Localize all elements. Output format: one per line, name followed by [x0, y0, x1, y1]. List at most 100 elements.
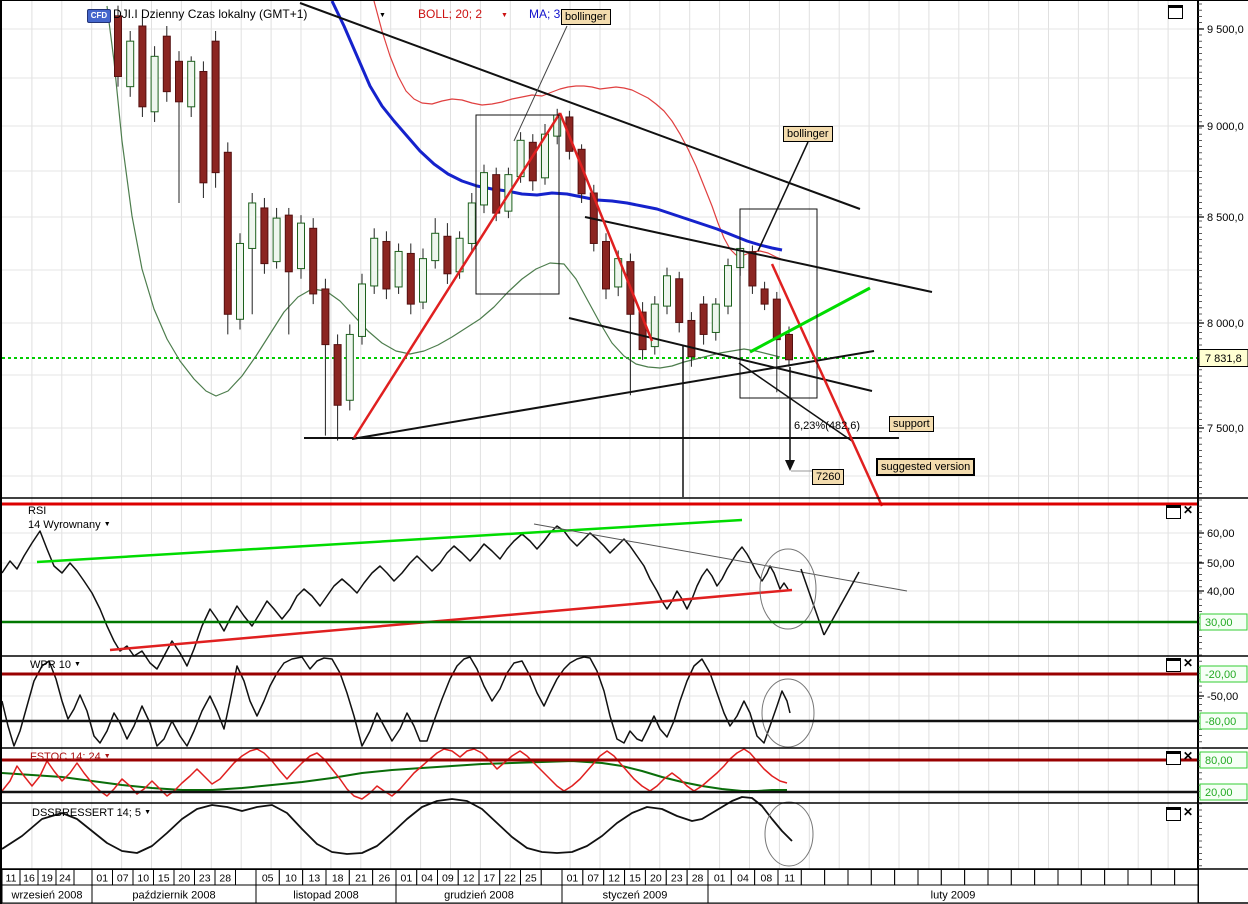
candle: [187, 60, 196, 108]
price-axis-label: 9 000,0: [1207, 121, 1244, 133]
day-label: 09: [442, 873, 454, 885]
candle: [260, 207, 269, 265]
current-price-label: 7 831,8: [1205, 353, 1242, 365]
candle: [480, 172, 488, 206]
day-label: 18: [332, 873, 344, 885]
month-label: styczeń 2009: [603, 890, 668, 902]
fibonacci-measure-label: 6,23%(482,6): [794, 420, 861, 432]
time-axis-day-cell: [1010, 869, 1036, 886]
time-axis-day-cell: [917, 869, 942, 886]
bollinger-annotation-2[interactable]: bollinger: [783, 126, 833, 142]
price-axis-label: 8 500,0: [1207, 212, 1244, 224]
time-axis-day-cell: [1150, 869, 1176, 886]
candle: [175, 60, 183, 103]
target-price-annotation[interactable]: 7260: [812, 469, 845, 485]
day-label: 15: [629, 873, 641, 885]
day-label: 28: [219, 873, 231, 885]
month-label: listopad 2008: [293, 890, 358, 902]
candle: [333, 344, 342, 406]
candle: [248, 202, 257, 249]
dss-close-icon[interactable]: ✕: [1183, 806, 1193, 818]
boll-chevron-down-icon[interactable]: ▼: [501, 12, 508, 19]
rsi-chevron-down-icon[interactable]: ▼: [104, 521, 111, 528]
price-axis-label: 8 000,0: [1207, 318, 1244, 330]
chevron-down-icon[interactable]: ▼: [379, 12, 386, 19]
rsi-close-icon[interactable]: ✕: [1183, 504, 1193, 516]
fstoc-boxed-level-label: 20,00: [1205, 787, 1233, 799]
day-label: 04: [737, 873, 749, 885]
time-axis-day-cell: [1080, 869, 1106, 886]
day-label: 21: [355, 873, 367, 885]
dss-chevron-down-icon[interactable]: ▼: [144, 809, 151, 816]
rsi-boxed-level-label: 30,00: [1205, 617, 1233, 629]
day-label: 05: [262, 873, 274, 885]
day-label: 25: [525, 873, 537, 885]
bollinger-annotation-1[interactable]: bollinger: [561, 9, 611, 25]
chart-title: DJI.I Dzienny Czas lokalny (GMT+1): [113, 7, 308, 21]
trading-chart-window: 9 500,0 9 000,0 8 500,0 8 000,0 7 500,0 7 831…: [0, 0, 1248, 904]
candle: [785, 333, 793, 361]
candle: [321, 288, 330, 346]
candle: [272, 217, 281, 263]
fstoc-chevron-down-icon[interactable]: ▼: [104, 753, 111, 760]
candle: [199, 70, 208, 184]
wpr-boxed-level-label: -80,00: [1205, 716, 1236, 728]
day-label: 23: [199, 873, 211, 885]
time-axis-day-cell: [987, 869, 1012, 886]
day-label: 20: [650, 873, 662, 885]
candle: [492, 174, 501, 214]
candle: [114, 15, 122, 77]
candle: [126, 40, 135, 88]
candle: [419, 258, 427, 303]
time-axis: 11 16 19 24 wrzesień 2008 01 07 10 15 20 23 28 paźdz…: [2, 869, 1199, 904]
candle: [772, 298, 781, 341]
boll-indicator-label[interactable]: BOLL; 20; 2: [418, 7, 482, 21]
candle: [236, 242, 244, 320]
price-scale: 9 500,0 9 000,0 8 500,0 8 000,0 7 500,0 7 831…: [1198, 3, 1248, 867]
overlays: [106, 1, 785, 397]
candle: [443, 235, 452, 275]
candle: [223, 151, 232, 315]
day-label: 12: [463, 873, 475, 885]
candle: [724, 265, 732, 307]
candle: [138, 25, 147, 108]
day-label: 13: [308, 873, 320, 885]
day-label: 11: [784, 873, 795, 885]
rsi-panel-name: RSI: [28, 505, 47, 517]
day-label: 11: [6, 873, 17, 885]
day-label: 01: [714, 873, 726, 885]
fstoc-close-icon[interactable]: ✕: [1183, 750, 1193, 762]
day-label: 24: [59, 873, 71, 885]
support-annotation[interactable]: support: [889, 416, 934, 432]
time-axis-day-cell: [1104, 869, 1129, 886]
dss-panel-header: DSSBRESSERT 14; 5 ▼: [32, 806, 151, 820]
rsi-panel-header: RSI 14 Wyrownany ▼: [28, 505, 111, 532]
candle: [370, 237, 379, 287]
candle: [297, 222, 305, 270]
time-axis-day-cell: [235, 869, 257, 886]
rsi-maximize-button[interactable]: [1166, 505, 1181, 519]
time-axis-day-cell: [847, 869, 872, 886]
fstoc-maximize-button[interactable]: [1166, 751, 1181, 765]
wpr-panel-header: WPR 10 ▼: [30, 658, 81, 672]
dss-maximize-button[interactable]: [1166, 807, 1181, 821]
candle: [760, 288, 769, 305]
candle: [699, 303, 708, 335]
day-label: 01: [567, 873, 579, 885]
wpr-boxed-level-label: -20,00: [1205, 669, 1236, 681]
day-label: 26: [378, 873, 390, 885]
wpr-chevron-down-icon[interactable]: ▼: [74, 661, 81, 668]
candle: [284, 214, 293, 273]
wpr-close-icon[interactable]: ✕: [1183, 657, 1193, 669]
maximize-button[interactable]: [1168, 5, 1183, 19]
wpr-maximize-button[interactable]: [1166, 658, 1181, 672]
time-axis-day-cell: [894, 869, 919, 886]
dss-panel-name: DSSBRESSERT 14; 5: [32, 807, 142, 819]
rsi-level-label: 60,00: [1207, 528, 1235, 540]
day-label: 01: [401, 873, 413, 885]
day-label: 07: [587, 873, 599, 885]
month-label: wrzesień 2008: [11, 890, 83, 902]
suggested-version-annotation[interactable]: suggested version: [876, 458, 976, 476]
rsi-level-label: 50,00: [1207, 558, 1235, 570]
candle: [345, 333, 354, 401]
